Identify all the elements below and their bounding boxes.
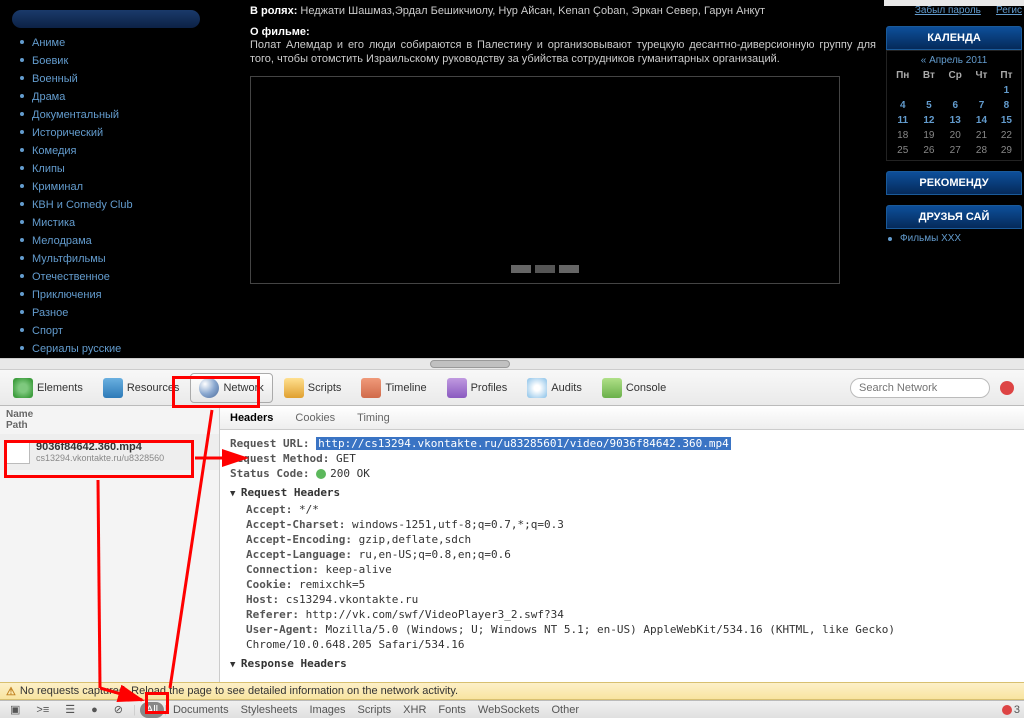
subtab-cookies[interactable]: Cookies (291, 410, 339, 426)
forgot-password-link[interactable]: Забыл пароль (915, 5, 981, 16)
friends-link[interactable]: Фильмы XXX (886, 229, 1022, 248)
devtools-tab-elements[interactable]: Elements (4, 373, 92, 403)
warning-icon: ⚠ (6, 685, 16, 698)
filter-fonts[interactable]: Fonts (432, 702, 472, 718)
close-devtools-button[interactable] (1000, 381, 1014, 395)
category-sidebar: АнимеБоевикВоенныйДрамаДокументальныйИст… (0, 0, 210, 358)
file-icon (6, 440, 30, 464)
sidebar-item[interactable]: Криминал (18, 178, 210, 196)
sidebar-item[interactable]: Клипы (18, 160, 210, 178)
page-content: АнимеБоевикВоенныйДрамаДокументальныйИст… (0, 0, 1024, 358)
request-list-panel: NamePath 9036f84642.360.mp4 cs13294.vkon… (0, 406, 220, 682)
devtools-footer: ▣ >≡ ☰ ● ⊘ | All|DocumentsStylesheetsIma… (0, 700, 1024, 718)
devtools-toolbar: ElementsResourcesNetworkScriptsTimelineP… (0, 370, 1024, 406)
headers-panel: Request URL: http://cs13294.vkontakte.ru… (220, 430, 1024, 682)
video-player[interactable] (250, 76, 840, 284)
devtools-tab-scripts[interactable]: Scripts (275, 373, 351, 403)
movie-content: В ролях: Неджати Шашмаз,Эрдал Бешикчиолу… (210, 0, 884, 358)
clear-button[interactable]: ⊘ (108, 701, 129, 718)
sidebar-item[interactable]: Приключения (18, 286, 210, 304)
devtools-tab-console[interactable]: Console (593, 373, 675, 403)
calendar-table: ПнВтСрЧтПт 14567811121314151819202122252… (889, 68, 1019, 158)
filter-images[interactable]: Images (303, 702, 351, 718)
subtab-headers[interactable]: Headers (226, 410, 277, 426)
sidebar-item[interactable]: Мистика (18, 214, 210, 232)
sidebar-item[interactable]: Мультфильмы (18, 250, 210, 268)
horizontal-scrollbar[interactable] (0, 358, 1024, 370)
dock-button[interactable]: ▣ (4, 701, 26, 718)
register-link[interactable]: Регис (996, 5, 1022, 16)
sidebar-item[interactable]: Боевик (18, 52, 210, 70)
filter-all[interactable]: All (140, 702, 164, 718)
friends-header: ДРУЗЬЯ САЙ (886, 205, 1022, 229)
right-column: Забыл пароль | Регис КАЛЕНДА « Апрель 20… (884, 0, 1024, 358)
sidebar-item[interactable]: Сериалы русские (18, 340, 210, 358)
record-button[interactable]: ● (85, 702, 104, 718)
network-request-item[interactable]: 9036f84642.360.mp4 cs13294.vkontakte.ru/… (0, 434, 219, 470)
calendar-nav[interactable]: « Апрель 2011 (889, 53, 1019, 68)
sidebar-item[interactable]: Отечественное (18, 268, 210, 286)
request-path: cs13294.vkontakte.ru/u8328560 (36, 453, 164, 463)
filter-scripts[interactable]: Scripts (352, 702, 398, 718)
sidebar-item[interactable]: Военный (18, 70, 210, 88)
sidebar-item[interactable]: Мелодрама (18, 232, 210, 250)
subtab-timing[interactable]: Timing (353, 410, 394, 426)
filter-documents[interactable]: Documents (167, 702, 235, 718)
filter-other[interactable]: Other (545, 702, 585, 718)
devtools-tab-resources[interactable]: Resources (94, 373, 189, 403)
devtools-tab-profiles[interactable]: Profiles (438, 373, 517, 403)
sidebar-item[interactable]: Исторический (18, 124, 210, 142)
error-icon[interactable] (1002, 705, 1012, 715)
sidebar-item[interactable]: КВН и Comedy Club (18, 196, 210, 214)
sidebar-item[interactable]: Разное (18, 304, 210, 322)
about-label: О фильме: (250, 26, 876, 38)
filter-websockets[interactable]: WebSockets (472, 702, 546, 718)
request-name: 9036f84642.360.mp4 (36, 441, 164, 453)
sidebar-item[interactable]: Спорт (18, 322, 210, 340)
devtools-tab-network[interactable]: Network (190, 373, 272, 403)
roles-label: В ролях: (250, 5, 297, 17)
detail-tabs: Headers Cookies Timing (220, 406, 1024, 430)
devtools-tab-audits[interactable]: Audits (518, 373, 591, 403)
recommend-header: РЕКОМЕНДУ (886, 171, 1022, 195)
filter-xhr[interactable]: XHR (397, 702, 432, 718)
sidebar-item[interactable]: Аниме (18, 34, 210, 52)
roles-text: Неджати Шашмаз,Эрдал Бешикчиолу, Нур Айс… (300, 5, 765, 17)
devtools-panel: ElementsResourcesNetworkScriptsTimelineP… (0, 370, 1024, 682)
filter-stylesheets[interactable]: Stylesheets (235, 702, 304, 718)
request-url[interactable]: http://cs13294.vkontakte.ru/u83285601/vi… (316, 437, 731, 450)
warning-bar: ⚠No requests captured. Reload the page t… (0, 682, 1024, 700)
devtools-tab-timeline[interactable]: Timeline (352, 373, 435, 403)
sidebar-item[interactable]: Документальный (18, 106, 210, 124)
about-text: Полат Алемдар и его люди собираются в Па… (250, 38, 876, 66)
sidebar-item[interactable]: Драма (18, 88, 210, 106)
calendar-header: КАЛЕНДА (886, 26, 1022, 50)
search-network-input[interactable] (850, 378, 990, 398)
list-view-button[interactable]: ☰ (59, 701, 81, 718)
console-button[interactable]: >≡ (30, 702, 55, 718)
sidebar-item[interactable]: Комедия (18, 142, 210, 160)
